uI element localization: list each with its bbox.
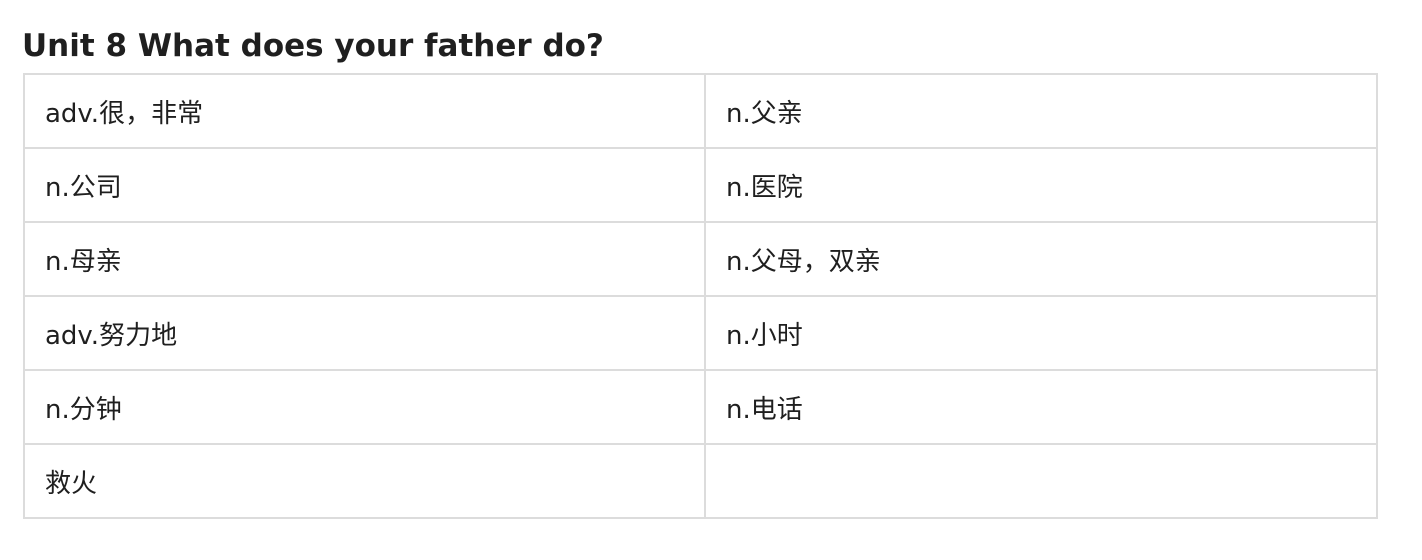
table-row: 救火 — [23, 443, 1378, 519]
table-cell: n.分钟 — [23, 369, 706, 445]
table-row: n.母亲 n.父母，双亲 — [23, 221, 1378, 297]
table-cell: n.父亲 — [704, 73, 1378, 149]
table-cell: n.小时 — [704, 295, 1378, 371]
table-cell — [704, 443, 1378, 519]
table-cell: n.公司 — [23, 147, 706, 223]
page-title: Unit 8 What does your father do? — [22, 28, 604, 64]
vocabulary-table: adv.很，非常 n.父亲 n.公司 n.医院 n.母亲 n.父母，双亲 adv… — [23, 73, 1378, 519]
table-cell: n.医院 — [704, 147, 1378, 223]
table-cell: n.母亲 — [23, 221, 706, 297]
table-cell: n.父母，双亲 — [704, 221, 1378, 297]
table-row: n.分钟 n.电话 — [23, 369, 1378, 445]
table-row: n.公司 n.医院 — [23, 147, 1378, 223]
table-cell: n.电话 — [704, 369, 1378, 445]
table-cell: adv.很，非常 — [23, 73, 706, 149]
table-row: adv.努力地 n.小时 — [23, 295, 1378, 371]
table-cell: adv.努力地 — [23, 295, 706, 371]
table-row: adv.很，非常 n.父亲 — [23, 73, 1378, 149]
table-cell: 救火 — [23, 443, 706, 519]
